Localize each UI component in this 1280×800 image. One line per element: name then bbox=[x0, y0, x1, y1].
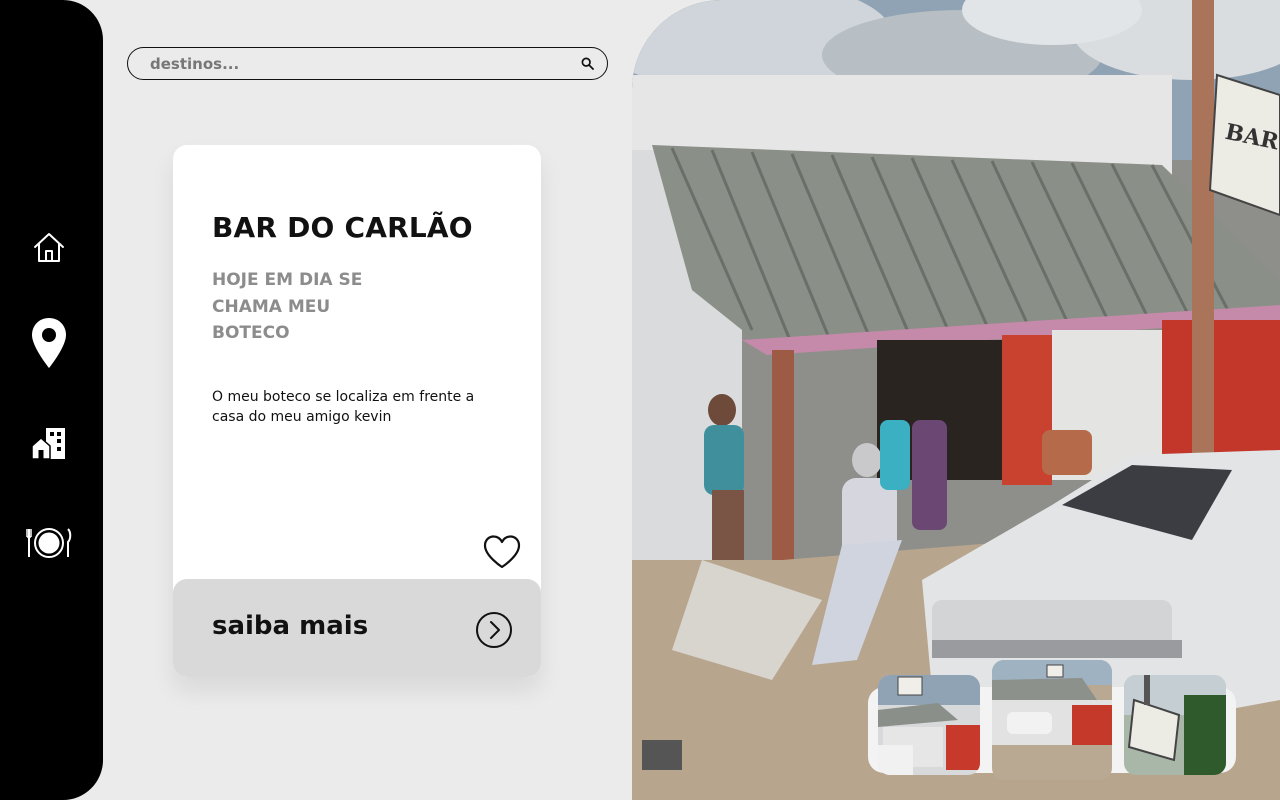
search-bar bbox=[127, 47, 608, 80]
thumbnail-image bbox=[878, 675, 980, 775]
place-subtitle: HOJE EM DIA SE CHAMA MEU BOTECO bbox=[212, 270, 363, 343]
thumbnail-gallery bbox=[868, 660, 1236, 780]
learn-more-label: saiba mais bbox=[212, 611, 369, 641]
nav-city[interactable] bbox=[24, 418, 74, 468]
thumbnail-image bbox=[992, 660, 1112, 780]
thumbnail-2[interactable] bbox=[992, 660, 1112, 780]
restaurant-icon bbox=[26, 528, 72, 558]
nav-restaurant[interactable] bbox=[24, 518, 74, 568]
search-button[interactable] bbox=[567, 49, 607, 79]
thumbnail-1[interactable] bbox=[878, 675, 980, 775]
heart-icon bbox=[483, 535, 521, 569]
map-pin-icon bbox=[32, 318, 66, 368]
thumbnail-image bbox=[1124, 675, 1226, 775]
sidebar bbox=[0, 0, 103, 800]
home-icon bbox=[34, 233, 64, 262]
thumbnail-3[interactable] bbox=[1124, 675, 1226, 775]
search-input[interactable] bbox=[128, 54, 567, 73]
chevron-right-icon bbox=[476, 612, 512, 648]
place-title: BAR DO CARLÃO bbox=[212, 211, 473, 244]
nav-home[interactable] bbox=[24, 222, 74, 272]
favorite-button[interactable] bbox=[482, 534, 522, 570]
place-card: BAR DO CARLÃO HOJE EM DIA SE CHAMA MEU B… bbox=[173, 145, 541, 677]
nav-location[interactable] bbox=[24, 318, 74, 368]
search-icon bbox=[581, 57, 594, 70]
place-description: O meu boteco se localiza em frente a cas… bbox=[212, 389, 475, 425]
learn-more-button[interactable]: saiba mais bbox=[173, 579, 541, 677]
city-icon bbox=[31, 428, 65, 460]
